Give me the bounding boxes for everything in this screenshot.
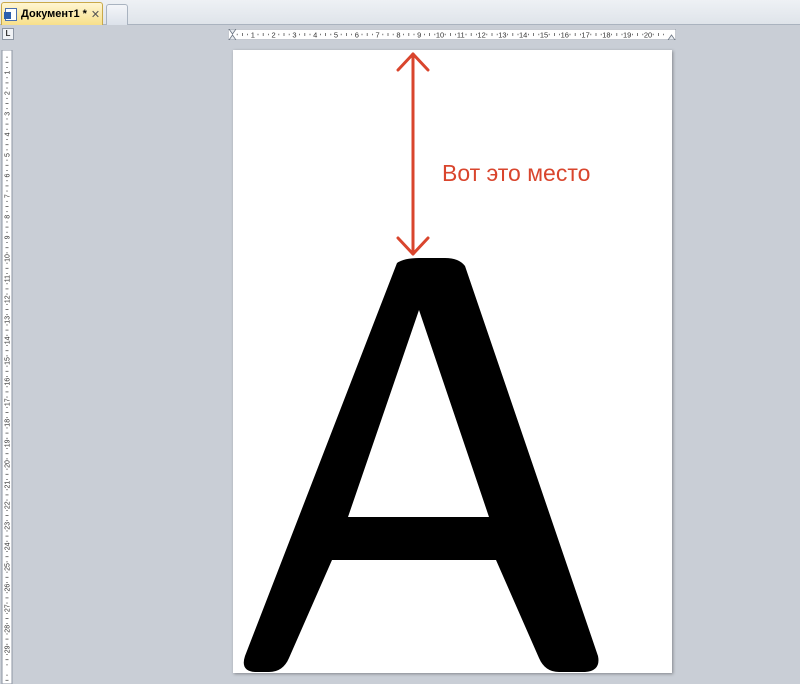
- ruler-label: 4: [5, 132, 12, 136]
- document-tab-bar: Документ1 * ✕: [0, 0, 800, 25]
- tab-title: Документ1 *: [21, 8, 87, 20]
- vertical-ruler[interactable]: 1234567891011121314151617181920212223242…: [0, 50, 14, 684]
- ruler-label: 14: [5, 336, 12, 344]
- ruler-label: 13: [498, 31, 506, 40]
- ruler-label: 8: [396, 31, 400, 40]
- double-arrow-annotation: [396, 52, 430, 256]
- ruler-label: 7: [376, 31, 380, 40]
- ruler-label: 1: [251, 31, 255, 40]
- ruler-label: 4: [313, 31, 317, 40]
- ruler-label: 29: [5, 645, 12, 653]
- ruler-label: 7: [5, 194, 12, 198]
- ruler-label: 25: [5, 563, 12, 571]
- word-document-icon: [4, 7, 17, 21]
- ruler-label: 2: [5, 91, 12, 95]
- ruler-label: 19: [5, 439, 12, 447]
- ruler-label: 19: [623, 31, 631, 40]
- ruler-label: 11: [457, 31, 465, 40]
- ruler-label: 16: [5, 378, 12, 386]
- ruler-label: 10: [5, 254, 12, 262]
- ruler-label: 18: [602, 31, 610, 40]
- ruler-label: 5: [5, 153, 12, 157]
- ruler-label: 20: [644, 31, 652, 40]
- ruler-label: 3: [292, 31, 296, 40]
- big-letter-a: A: [243, 258, 599, 672]
- ruler-label: 28: [5, 625, 12, 633]
- ruler-label: 14: [519, 31, 527, 40]
- ruler-label: 26: [5, 584, 12, 592]
- ruler-label: 20: [5, 460, 12, 468]
- horizontal-ruler[interactable]: 1 2 3 4 5 6 7 8 9 10 11 12 13 14 15 16 17 18 19 20: [228, 29, 676, 40]
- close-icon[interactable]: ✕: [91, 8, 100, 21]
- ruler-label: 2: [272, 31, 276, 40]
- ruler-label: 9: [5, 235, 12, 239]
- ruler-label: 27: [5, 604, 12, 612]
- ruler-label: 21: [5, 481, 12, 489]
- ruler-label: 24: [5, 542, 12, 550]
- ruler-label: 1: [5, 71, 12, 75]
- tab-document1[interactable]: Документ1 * ✕: [1, 2, 103, 25]
- ruler-label: 11: [5, 275, 12, 282]
- ruler-label: 17: [581, 31, 589, 40]
- ruler-label: 17: [5, 398, 12, 406]
- ruler-label: 18: [5, 419, 12, 427]
- ruler-label: 16: [561, 31, 569, 40]
- ruler-label: 3: [5, 112, 12, 116]
- ruler-label: 15: [5, 357, 12, 365]
- tab-stop-selector[interactable]: L: [2, 28, 14, 40]
- ruler-label: 5: [334, 31, 338, 40]
- ruler-label: 8: [5, 215, 12, 219]
- ruler-label: 6: [5, 174, 12, 178]
- ruler-label: 9: [417, 31, 421, 40]
- ruler-label: 15: [540, 31, 548, 40]
- ruler-label: 10: [436, 31, 444, 40]
- ruler-label: 22: [5, 501, 12, 509]
- new-tab-button[interactable]: [106, 4, 128, 25]
- ruler-label: 23: [5, 522, 12, 530]
- ruler-label: 12: [5, 295, 12, 303]
- ruler-label: 6: [355, 31, 359, 40]
- annotation-label: Вот это место: [442, 160, 591, 186]
- ruler-label: 12: [477, 31, 485, 40]
- ruler-label: 13: [5, 316, 12, 324]
